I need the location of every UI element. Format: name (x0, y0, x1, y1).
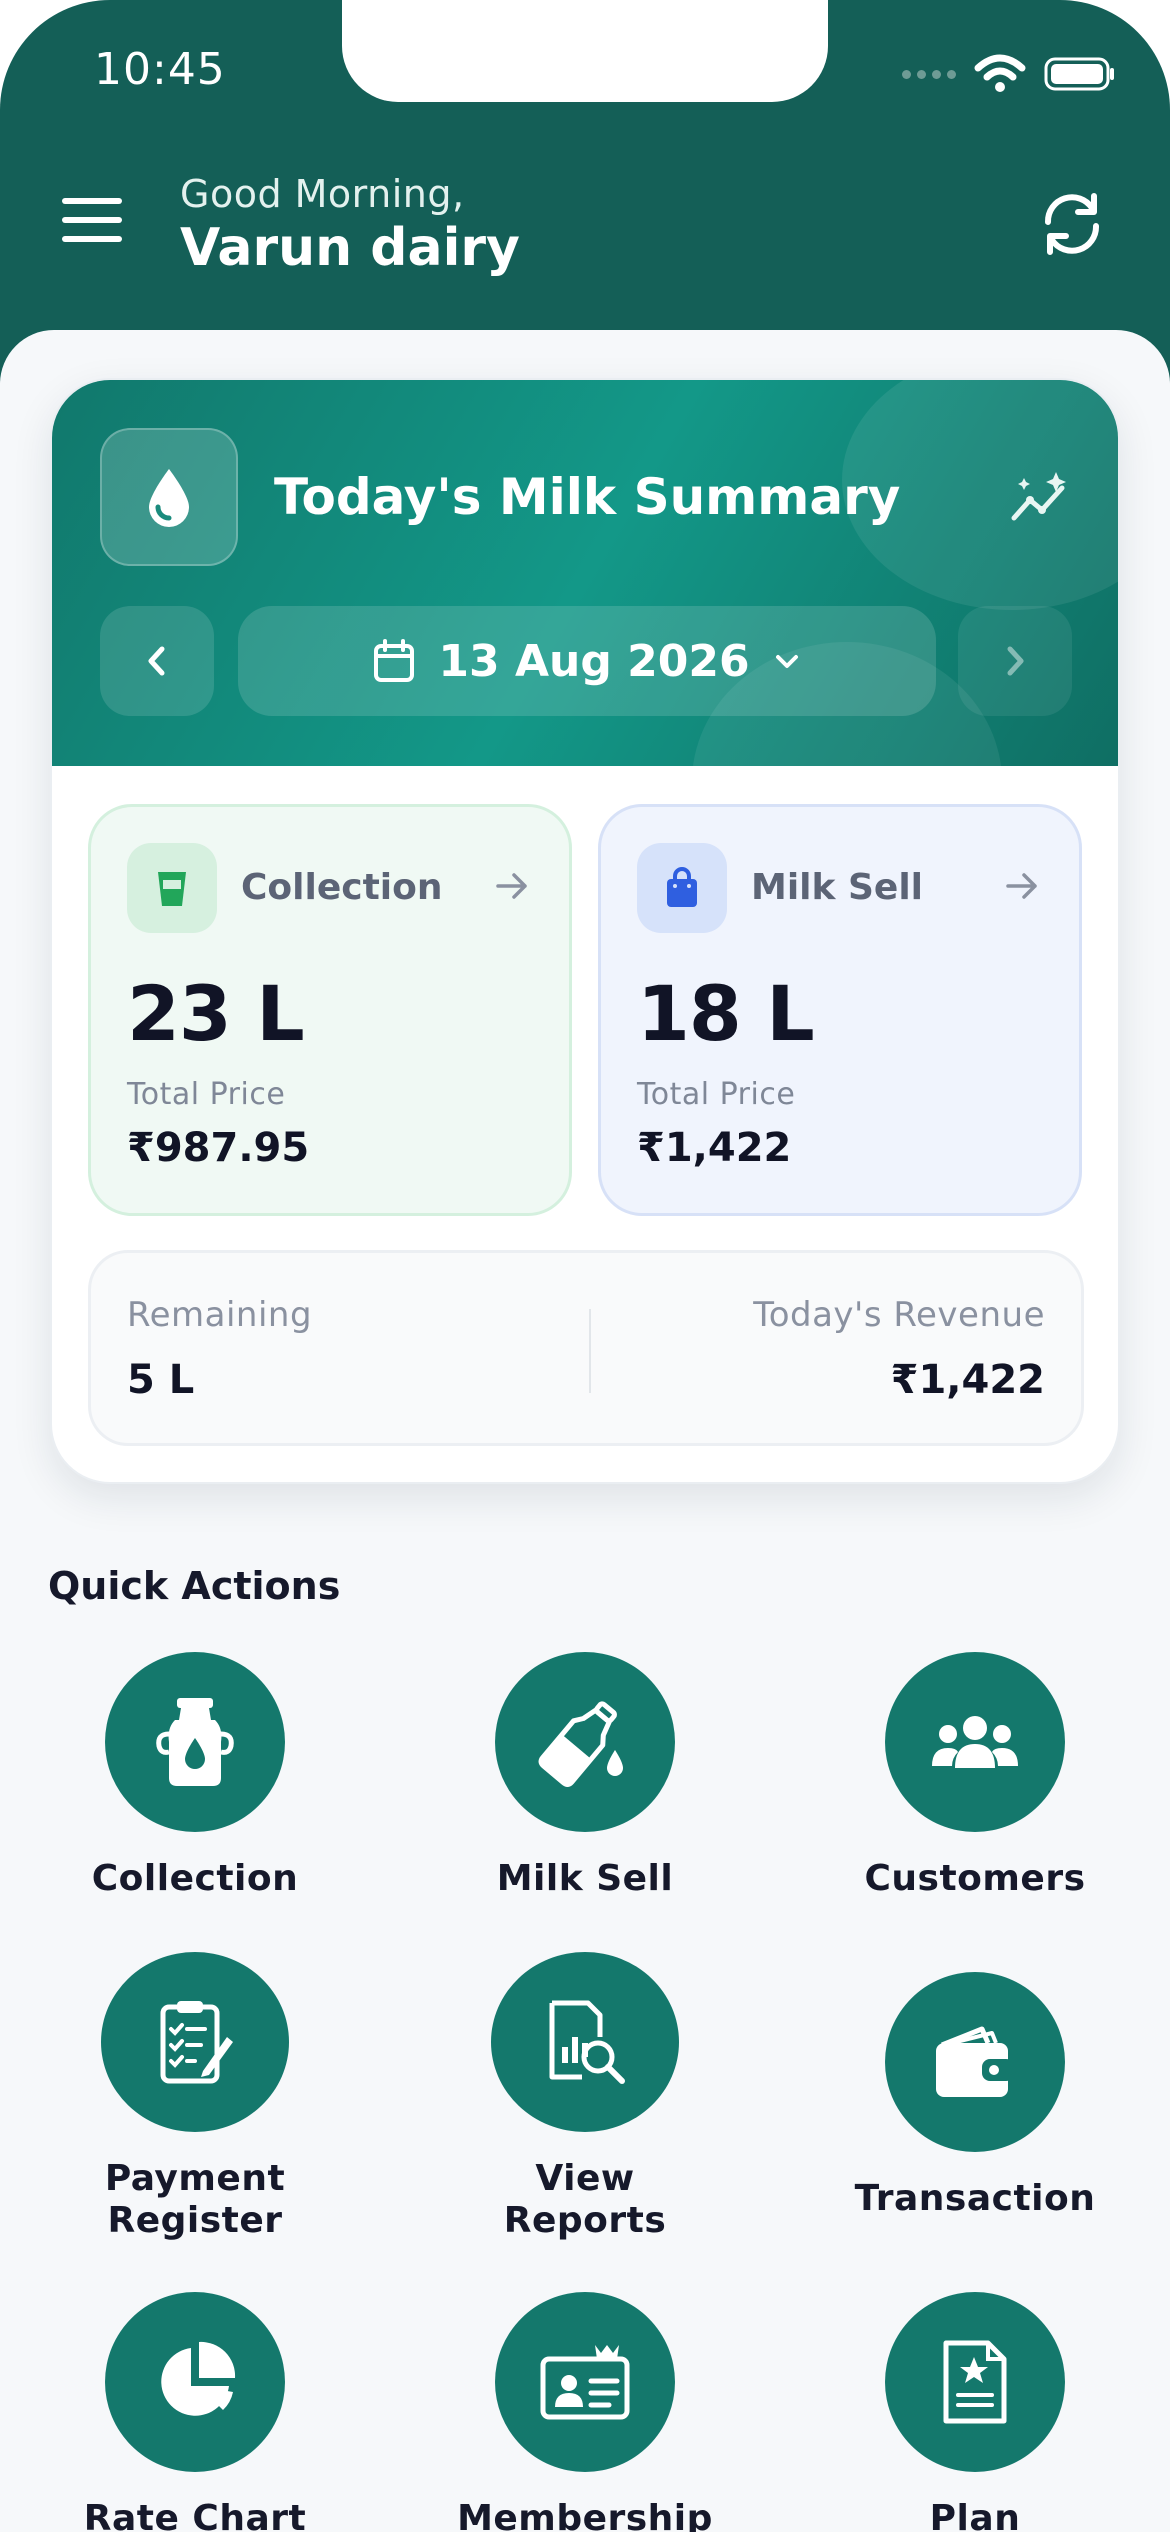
milk-sell-volume: 18 L (637, 969, 815, 1058)
quick-action-collection[interactable]: Collection (0, 1652, 390, 1900)
trend-sparkle-icon[interactable] (1010, 470, 1074, 530)
quick-action-icon-bg (105, 1652, 285, 1832)
battery-icon (1044, 57, 1114, 91)
clipboard-icon (160, 2001, 233, 2084)
quick-action-label: Collection (91, 1858, 299, 1899)
drop-badge (100, 428, 238, 566)
shopping-bag-icon (667, 867, 697, 907)
summary-title: Today's Milk Summary (274, 468, 901, 526)
status-icons (902, 54, 1116, 94)
quick-action-label: Payment Register (104, 2158, 286, 2241)
quick-action-icon-bg (491, 1952, 679, 2132)
milk-sell-tile[interactable]: Milk Sell 18 L Total Price ₹1,422 (598, 804, 1082, 1216)
business-name: Varun dairy (180, 218, 520, 278)
document-star-icon (943, 2340, 1007, 2424)
quick-actions-title: Quick Actions (48, 1564, 341, 1608)
quick-action-icon-bg (885, 1652, 1065, 1832)
milk-sell-label: Milk Sell (751, 867, 924, 908)
app-screen: 10:45 Good Morning, Varun dairy Today's … (0, 0, 1170, 2532)
id-card-icon (540, 2345, 630, 2420)
signal-icon (902, 69, 956, 79)
quick-action-label: Rate Chart (83, 2498, 307, 2532)
quick-action-label: Customers (864, 1858, 1086, 1899)
remaining-value: 5 L (127, 1357, 195, 1403)
cup-icon (158, 872, 186, 906)
quick-action-customers[interactable]: Customers (780, 1652, 1170, 1900)
quick-action-membership[interactable]: Membership (390, 2292, 780, 2532)
quick-action-icon-bg (105, 2292, 285, 2472)
next-date-button[interactable] (958, 606, 1072, 716)
users-icon (932, 1716, 1018, 1768)
totals-divider (589, 1309, 591, 1393)
date-picker[interactable]: 13 Aug 2026 (238, 606, 936, 716)
milk-sell-price: ₹1,422 (637, 1125, 792, 1171)
quick-action-milk-sell[interactable]: Milk Sell (390, 1652, 780, 1900)
quick-action-label: View Reports (503, 2158, 667, 2241)
collection-tile-badge (127, 843, 217, 933)
quick-action-plan[interactable]: Plan (780, 2292, 1170, 2532)
quick-action-icon-bg (495, 1652, 675, 1832)
totals-strip: Remaining 5 L Today's Revenue ₹1,422 (88, 1250, 1084, 1446)
wifi-icon (974, 54, 1026, 92)
collection-price-label: Total Price (127, 1077, 286, 1112)
prev-date-button[interactable] (100, 606, 214, 716)
collection-price: ₹987.95 (127, 1125, 310, 1171)
arrow-right-icon (1006, 873, 1037, 899)
milk-can-icon (156, 1698, 234, 1786)
quick-action-label: Transaction (854, 2178, 1096, 2219)
refresh-button[interactable] (1034, 186, 1110, 262)
greeting-text: Good Morning, (180, 172, 465, 216)
summary-header: Today's Milk Summary 13 Aug 2026 (52, 380, 1118, 766)
milk-sell-price-label: Total Price (637, 1077, 796, 1112)
device-notch (342, 0, 828, 102)
milk-bottle-icon (538, 1701, 623, 1787)
remaining-label: Remaining (127, 1295, 313, 1335)
revenue-value: ₹1,422 (890, 1357, 1045, 1403)
refresh-icon (1044, 193, 1100, 255)
revenue-label: Today's Revenue (753, 1295, 1045, 1335)
calendar-icon (374, 639, 415, 682)
quick-action-payment-register[interactable]: Payment Register (0, 1952, 390, 2242)
quick-action-label: Plan (929, 2498, 1021, 2532)
quick-action-icon-bg (495, 2292, 675, 2472)
quick-action-label: Membership (457, 2498, 713, 2532)
collection-volume: 23 L (127, 969, 305, 1058)
wallet-icon (936, 2026, 1014, 2097)
chevron-down-icon (775, 655, 798, 668)
quick-action-transaction[interactable]: Transaction (780, 1972, 1170, 2220)
status-time: 10:45 (94, 44, 226, 95)
quick-action-icon-bg (885, 2292, 1065, 2472)
quick-action-icon-bg (885, 1972, 1065, 2152)
pie-chart-icon (161, 2341, 236, 2416)
quick-action-icon-bg (101, 1952, 289, 2132)
quick-action-label: Milk Sell (496, 1858, 674, 1899)
report-search-icon (549, 2000, 625, 2084)
collection-label: Collection (241, 867, 443, 908)
chevron-left-icon (148, 646, 165, 676)
collection-tile[interactable]: Collection 23 L Total Price ₹987.95 (88, 804, 572, 1216)
arrow-right-icon (496, 873, 527, 899)
chevron-right-icon (1007, 646, 1024, 676)
milk-summary-card: Today's Milk Summary 13 Aug 2026 Collect… (50, 378, 1120, 1484)
milk-sell-tile-badge (637, 843, 727, 933)
date-label: 13 Aug 2026 (438, 635, 750, 687)
quick-action-view-reports[interactable]: View Reports (390, 1952, 780, 2242)
quick-action-rate-chart[interactable]: Rate Chart (0, 2292, 390, 2532)
menu-button[interactable] (62, 198, 128, 248)
milk-drop-icon (149, 469, 189, 527)
